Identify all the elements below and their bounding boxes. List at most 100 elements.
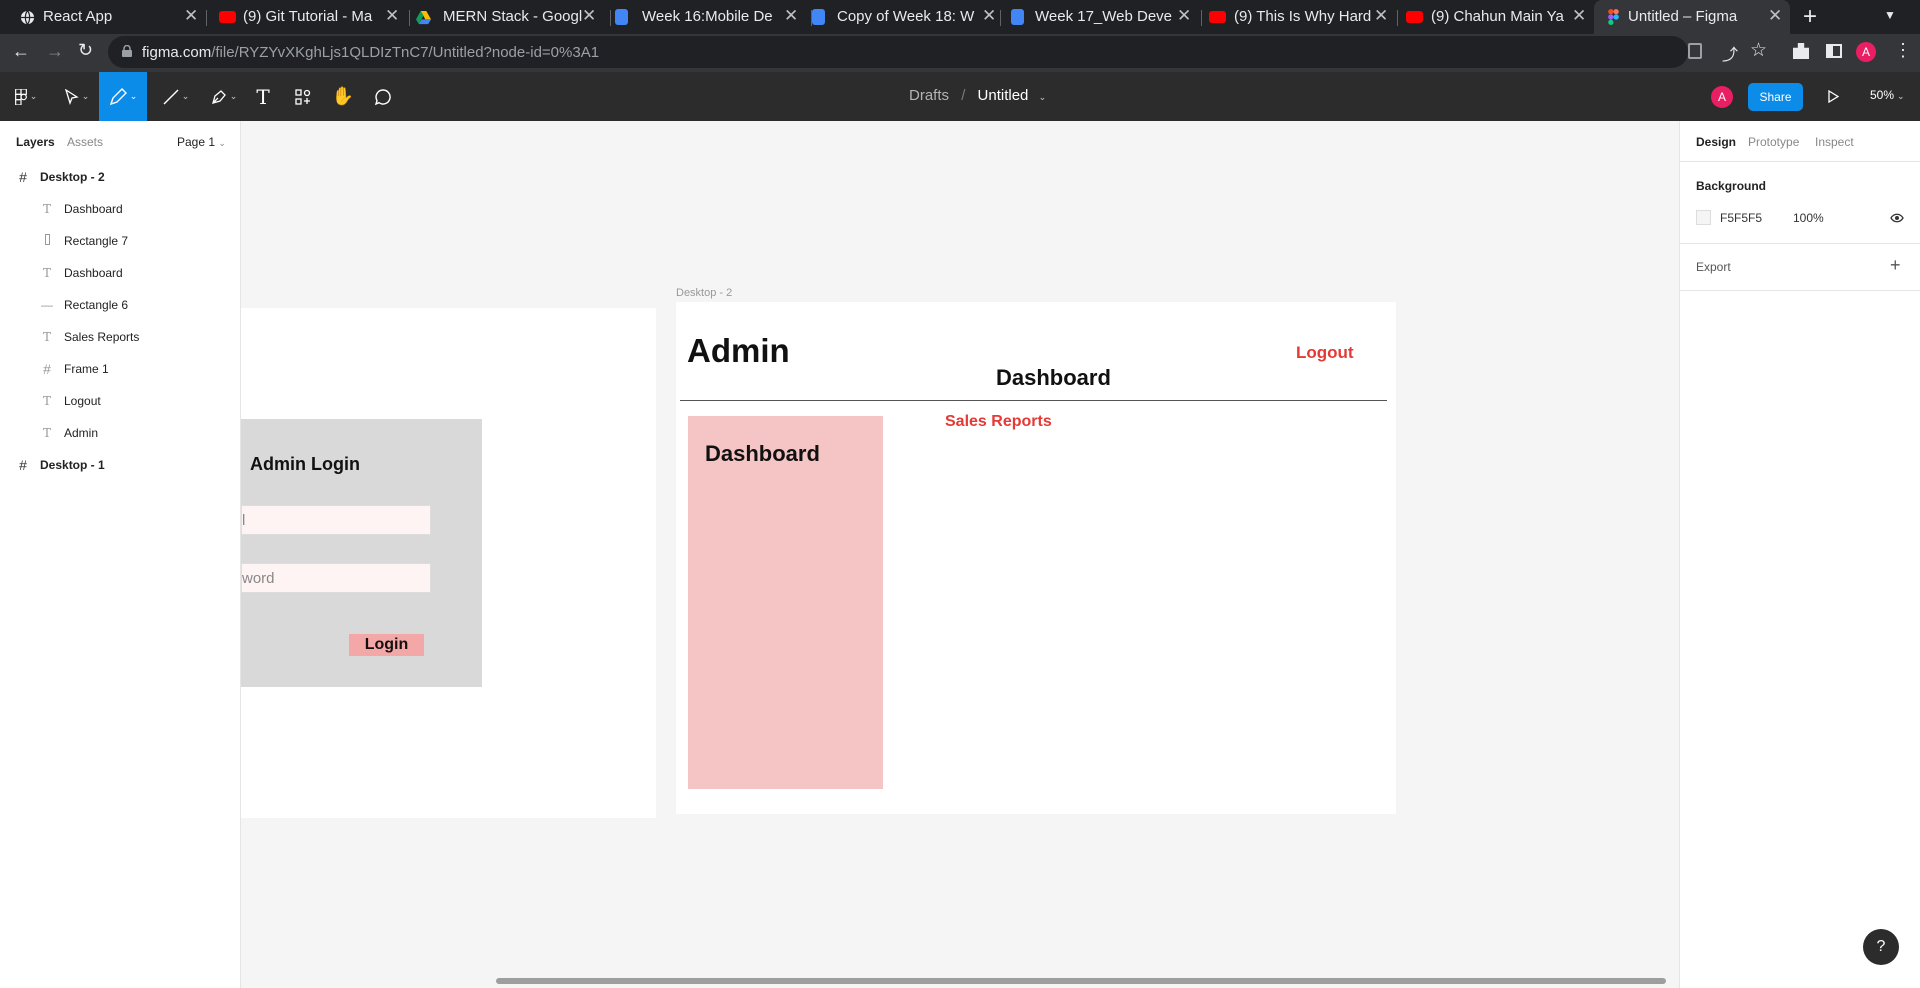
browser-tab[interactable]: Week 17_Web Deve ✕ — [1001, 0, 1201, 34]
layer-logout[interactable]: T Logout — [0, 385, 240, 417]
password-field[interactable]: word — [241, 563, 431, 593]
background-opacity-input[interactable]: 100% — [1793, 211, 1824, 225]
layer-dashboard-text[interactable]: T Dashboard — [0, 193, 240, 225]
browser-tab[interactable]: (9) This Is Why Hard ✕ — [1202, 0, 1402, 34]
page-selector[interactable]: Page 1 ⌄ — [177, 135, 226, 149]
desktop-1-frame[interactable]: Admin Login l word Login — [241, 308, 656, 818]
text-tool-icon: T — [256, 84, 270, 109]
layer-label: Dashboard — [64, 202, 123, 216]
share-page-icon[interactable]: ⤴ — [1722, 41, 1738, 65]
user-avatar[interactable]: A — [1711, 86, 1733, 108]
browser-tab[interactable]: (9) Git Tutorial - Ma ✕ — [207, 0, 409, 34]
resources-tool[interactable] — [290, 72, 316, 121]
background-hex-input[interactable]: F5F5F5 — [1720, 211, 1762, 225]
tab-assets[interactable]: Assets — [67, 135, 103, 149]
sales-reports-link[interactable]: Sales Reports — [945, 413, 1052, 431]
layer-label: Admin — [64, 426, 99, 440]
close-tab-icon[interactable]: ✕ — [1768, 6, 1782, 26]
youtube-icon — [219, 11, 236, 23]
hand-tool[interactable]: ✋ — [330, 72, 356, 121]
zoom-dropdown[interactable]: 50% ⌄ — [1870, 88, 1905, 102]
tab-design[interactable]: Design — [1696, 135, 1736, 149]
lock-icon — [122, 45, 132, 57]
frame-hash-icon: # — [19, 457, 27, 473]
close-tab-icon[interactable]: ✕ — [582, 6, 596, 26]
layer-rectangle-7[interactable]: Rectangle 7 — [0, 225, 240, 257]
close-tab-icon[interactable]: ✕ — [1374, 6, 1388, 26]
layer-desktop-2[interactable]: # Desktop - 2 — [0, 161, 240, 193]
present-play-icon[interactable] — [1828, 90, 1839, 103]
layer-label: Rectangle 6 — [64, 298, 129, 312]
file-menu-chevron-icon[interactable]: ⌄ — [1039, 92, 1047, 102]
tab-inspect[interactable]: Inspect — [1815, 135, 1854, 149]
google-docs-icon — [615, 9, 628, 25]
email-field[interactable]: l — [241, 505, 431, 535]
close-tab-icon[interactable]: ✕ — [1572, 6, 1586, 26]
text-layer-icon: T — [42, 426, 51, 440]
tab-prototype[interactable]: Prototype — [1748, 135, 1799, 149]
comment-tool[interactable] — [370, 72, 396, 121]
browser-tab-active[interactable]: Untitled – Figma ✕ — [1594, 0, 1790, 34]
browser-tab[interactable]: Week 16:Mobile De ✕ — [611, 0, 811, 34]
export-section-title: Export — [1696, 260, 1731, 274]
layer-label: Rectangle 7 — [64, 234, 129, 248]
layer-dashboard-text[interactable]: T Dashboard — [0, 257, 240, 289]
header-divider — [680, 400, 1387, 401]
pencil-icon — [109, 87, 127, 105]
browser-tab[interactable]: React App ✕ — [0, 0, 206, 34]
browser-tab-bar: React App ✕ (9) Git Tutorial - Ma ✕ MERN… — [0, 0, 1920, 34]
background-color-swatch[interactable] — [1696, 210, 1711, 225]
layer-frame-1[interactable]: # Frame 1 — [0, 353, 240, 385]
desktop-2-frame[interactable]: Admin Logout Dashboard Dashboard Sales R… — [676, 302, 1396, 814]
file-name[interactable]: Untitled — [978, 87, 1029, 104]
bookmark-star-icon[interactable]: ☆ — [1750, 39, 1767, 62]
sidebar-dashboard-label: Dashboard — [705, 441, 820, 466]
close-tab-icon[interactable]: ✕ — [784, 6, 798, 26]
logout-link[interactable]: Logout — [1296, 343, 1354, 363]
browser-tab[interactable]: Copy of Week 18: W ✕ — [812, 0, 1012, 34]
address-bar[interactable]: figma.com/file/RYZYvXKghLjs1QLDIzTnC7/Un… — [108, 36, 1767, 68]
line-tool[interactable]: ⌄ — [155, 72, 197, 121]
main-menu-button[interactable]: ⌄ — [6, 72, 46, 121]
side-panel-icon[interactable] — [1826, 44, 1842, 58]
install-app-icon[interactable] — [1688, 43, 1702, 59]
layer-rectangle-6[interactable]: — Rectangle 6 — [0, 289, 240, 321]
browser-tab[interactable]: (9) Chahun Main Ya ✕ — [1398, 0, 1598, 34]
sidebar-rectangle[interactable]: Dashboard — [688, 416, 883, 789]
layer-sales-reports[interactable]: T Sales Reports — [0, 321, 240, 353]
share-button[interactable]: Share — [1748, 83, 1803, 111]
close-tab-icon[interactable]: ✕ — [184, 6, 198, 26]
eye-visibility-icon[interactable] — [1890, 213, 1904, 223]
url-path: /file/RYZYvXKghLjs1QLDIzTnC7/Untitled?no… — [211, 44, 600, 61]
reload-icon[interactable]: ↻ — [78, 40, 93, 61]
new-tab-button[interactable]: + — [1803, 3, 1817, 31]
extensions-puzzle-icon[interactable] — [1793, 43, 1809, 59]
close-tab-icon[interactable]: ✕ — [385, 6, 399, 26]
admin-login-card[interactable]: Admin Login l word Login — [241, 419, 482, 687]
pen-tool[interactable]: ⌄ — [203, 72, 245, 121]
help-button[interactable]: ? — [1863, 929, 1899, 965]
design-canvas[interactable]: Admin Login l word Login Desktop - 2 Adm… — [241, 121, 1679, 988]
browser-tab[interactable]: MERN Stack - Googl ✕ — [410, 0, 610, 34]
horizontal-scrollbar[interactable] — [496, 978, 1666, 984]
tab-search-chevron-icon[interactable]: ▼ — [1884, 8, 1896, 22]
login-button[interactable]: Login — [349, 634, 424, 656]
frame-tool[interactable]: ⌄ — [99, 72, 147, 121]
back-arrow-icon[interactable]: ← — [12, 41, 30, 62]
add-export-icon[interactable]: + — [1890, 255, 1901, 276]
email-placeholder: l — [242, 512, 246, 529]
profile-avatar[interactable]: A — [1856, 42, 1876, 62]
desktop-2-frame-label[interactable]: Desktop - 2 — [676, 287, 732, 299]
text-tool[interactable]: T — [250, 72, 276, 121]
url-host: figma.com — [142, 44, 212, 61]
layer-desktop-1[interactable]: # Desktop - 1 — [0, 449, 240, 481]
drafts-link[interactable]: Drafts — [909, 87, 949, 104]
close-tab-icon[interactable]: ✕ — [982, 6, 996, 26]
browser-menu-icon[interactable]: ⋮ — [1894, 40, 1912, 61]
move-tool[interactable]: ⌄ — [56, 72, 98, 121]
tab-layers[interactable]: Layers — [16, 135, 55, 149]
forward-arrow-icon[interactable]: → — [46, 41, 64, 62]
text-layer-icon: T — [42, 202, 51, 216]
close-tab-icon[interactable]: ✕ — [1177, 6, 1191, 26]
layer-admin[interactable]: T Admin — [0, 417, 240, 449]
